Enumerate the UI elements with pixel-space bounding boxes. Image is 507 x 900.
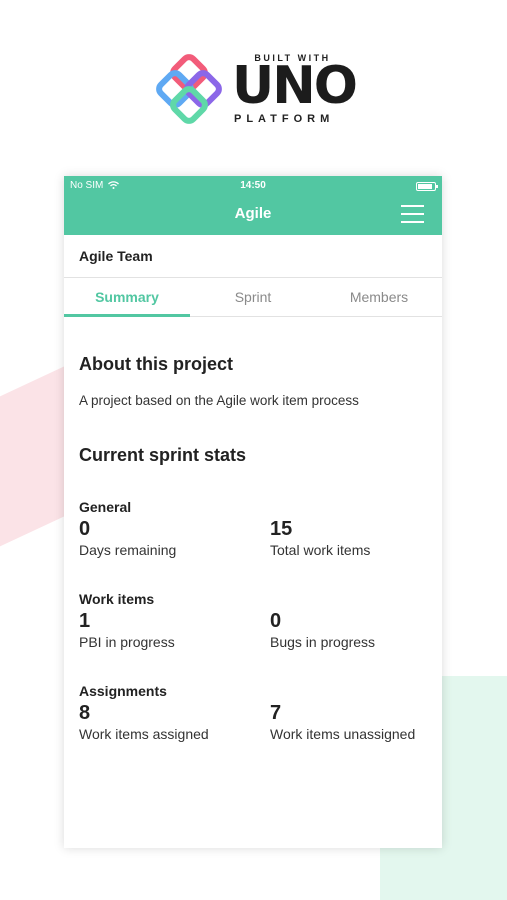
status-bar: No SIM 14:50	[64, 180, 442, 194]
stat-label: Work items unassigned	[270, 726, 416, 742]
stat-label: PBI in progress	[79, 634, 175, 650]
stat-label: Total work items	[270, 542, 371, 558]
brand-platform: PLATFORM	[234, 113, 335, 125]
stat-label: Days remaining	[79, 542, 177, 558]
stat-label: Work items assigned	[79, 726, 209, 742]
stat-days-remaining: 0 Days remaining	[79, 517, 176, 559]
app-bar: No SIM 14:50 Agile	[64, 176, 442, 235]
stat-label: Bugs in progress	[270, 634, 376, 650]
about-title: About this project	[79, 354, 233, 374]
stat-work-items-unassigned: 7 Work items unassigned	[270, 701, 415, 743]
stat-value: 7	[270, 702, 282, 724]
stat-work-items-assigned: 8 Work items assigned	[79, 701, 209, 743]
stat-value: 0	[270, 610, 282, 632]
stat-group-title: General	[79, 499, 132, 515]
stat-total-work-items: 15 Total work items	[270, 517, 370, 559]
team-header: Agile Team	[64, 235, 442, 278]
tab-summary[interactable]: Summary	[64, 278, 190, 317]
tab-members[interactable]: Members	[316, 278, 442, 316]
tab-bar: Summary Sprint Members	[64, 278, 442, 317]
stat-group-title: Work items	[79, 591, 155, 607]
stat-bugs-in-progress: 0 Bugs in progress	[270, 609, 375, 651]
tab-sprint[interactable]: Sprint	[190, 278, 316, 316]
brand-header: BUILT WITH UNO PLATFORM	[150, 50, 360, 130]
stat-pbi-in-progress: 1 PBI in progress	[79, 609, 175, 651]
stat-group-title: Assignments	[79, 683, 167, 699]
battery-level	[418, 184, 432, 189]
sprint-stats-title: Current sprint stats	[79, 445, 247, 465]
about-description: A project based on the Agile work item p…	[79, 393, 359, 408]
team-name: Agile Team	[79, 248, 153, 264]
hamburger-icon[interactable]	[401, 205, 424, 223]
app-title: Agile	[234, 205, 272, 222]
stat-value: 0	[79, 518, 91, 540]
phone-screen: No SIM 14:50 Agile Agile Team Summary Sp…	[64, 176, 442, 848]
stat-value: 8	[79, 702, 91, 724]
stat-group-work-items: Work items 1 PBI in progress 0 Bugs in p…	[79, 591, 429, 650]
stat-group-general: General 0 Days remaining 15 Total work i…	[79, 499, 429, 558]
stat-value: 1	[79, 610, 91, 632]
stat-value: 15	[270, 518, 293, 540]
brand-uno: UNO	[232, 56, 358, 116]
stat-group-assignments: Assignments 8 Work items assigned 7 Work…	[79, 683, 429, 742]
battery-icon	[416, 182, 438, 191]
status-time: 14:50	[240, 180, 266, 191]
uno-logo-icon	[156, 54, 222, 124]
